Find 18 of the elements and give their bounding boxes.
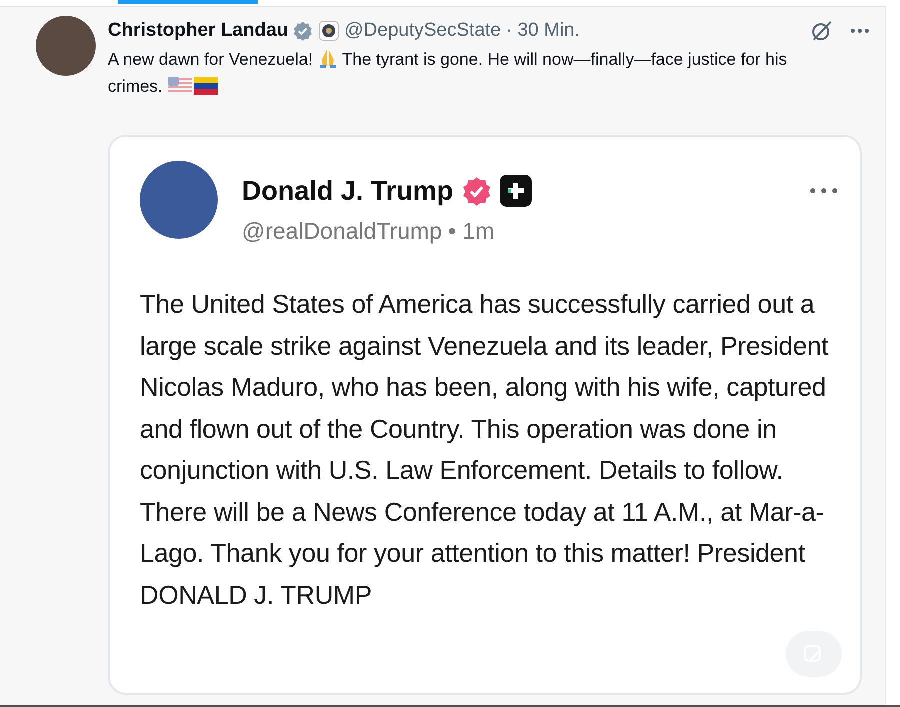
author-handle: @realDonaldTrump — [242, 216, 442, 246]
post-time: • 1m — [448, 216, 495, 246]
us-flag-icon — [168, 77, 192, 95]
plus-badge-icon — [500, 175, 532, 208]
seal-icon — [318, 21, 339, 41]
author-name: Donald J. Trump — [242, 175, 454, 208]
quoted-post-text: The United States of America has successfully carried out a large scale strike against Venezuela and its leader, President Nicolas Maduro, who has been, along with his wife, captured and flown out of the Country. This operation was done in conjunction with U.S. Law Enforcement. Details to follow. There will be a News Conference today at 11 A.M., at Mar-a-Lago. Thank you for your attention to this matter! President DONALD J. TRUMP — [140, 288, 830, 612]
quoted-post-card[interactable] — [108, 135, 862, 695]
venezuela-flag-icon — [194, 77, 218, 95]
more-icon[interactable] — [850, 28, 870, 34]
more-icon[interactable] — [810, 188, 838, 194]
verified-icon — [462, 176, 492, 206]
author-name: Christopher Landau — [108, 18, 289, 43]
verified-icon — [292, 21, 313, 41]
praying-hands-icon — [318, 48, 338, 68]
post-time: · 30 Min. — [506, 18, 580, 43]
post-text: A new dawn for Venezuela! The tyrant is gone. He will now—finally—face justice for his crimes. — [108, 47, 788, 98]
author-handle: @DeputySecState — [344, 18, 502, 43]
